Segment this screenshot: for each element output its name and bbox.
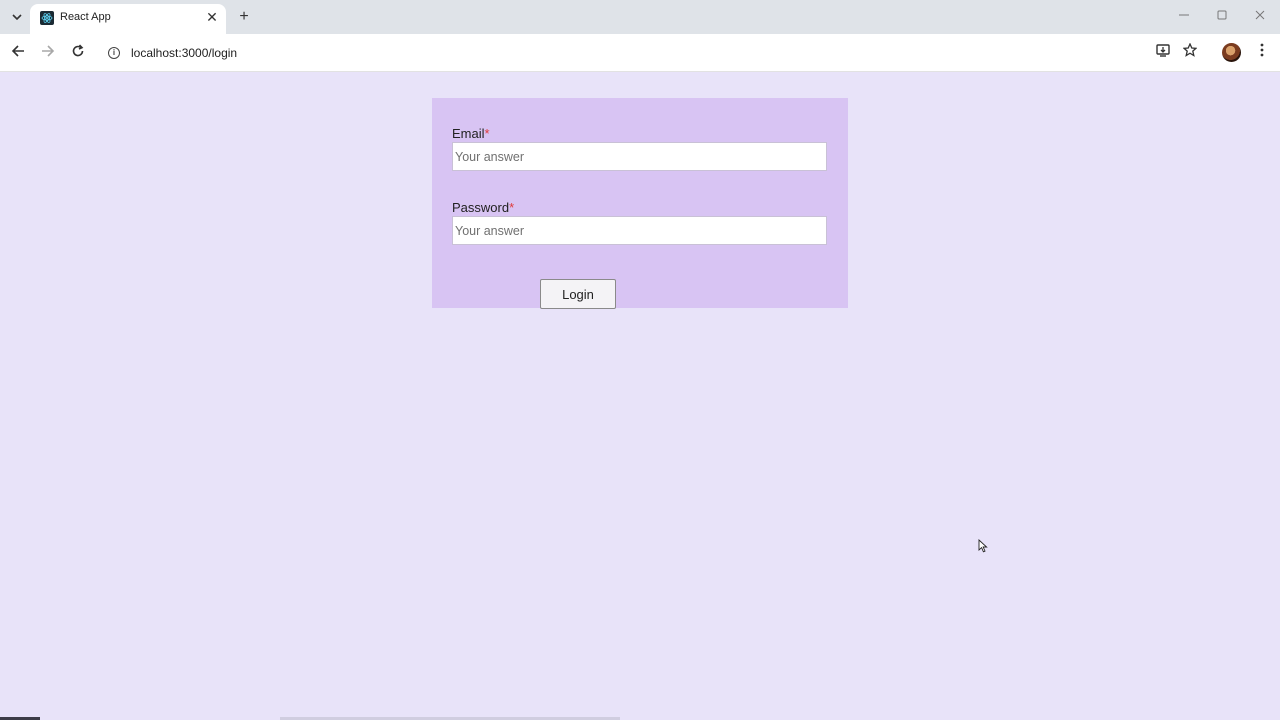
tab-close-icon[interactable]: ✕	[204, 9, 220, 25]
browser-tab-bar: React App ✕ +	[0, 0, 1280, 34]
password-label: Password*	[452, 200, 514, 215]
install-app-icon[interactable]	[1152, 42, 1174, 64]
email-label-text: Email	[452, 126, 485, 141]
forward-arrow-icon[interactable]	[37, 42, 59, 64]
email-label: Email*	[452, 126, 490, 141]
url-text[interactable]: localhost:3000/login	[131, 46, 237, 60]
browser-tab[interactable]: React App ✕	[30, 4, 226, 34]
login-button[interactable]: Login	[540, 279, 616, 309]
restore-window-icon[interactable]	[1210, 6, 1234, 26]
browser-toolbar: i localhost:3000/login	[0, 34, 1280, 72]
bookmark-star-icon[interactable]	[1179, 42, 1201, 64]
tab-title: React App	[60, 11, 111, 23]
back-arrow-icon[interactable]	[7, 42, 29, 64]
react-logo-icon	[40, 11, 54, 25]
tab-list-chevron-icon[interactable]	[6, 7, 28, 27]
address-bar[interactable]: i localhost:3000/login	[100, 38, 1210, 68]
minimize-window-icon[interactable]	[1172, 6, 1196, 26]
new-tab-plus-icon[interactable]: +	[234, 7, 254, 27]
kebab-menu-icon[interactable]	[1251, 42, 1273, 64]
close-window-icon[interactable]	[1248, 6, 1272, 26]
password-required-mark: *	[509, 200, 515, 215]
reload-icon[interactable]	[67, 42, 89, 64]
email-required-mark: *	[484, 126, 490, 141]
profile-avatar[interactable]	[1222, 43, 1241, 62]
email-input[interactable]	[452, 142, 827, 171]
mouse-cursor-icon	[978, 538, 988, 553]
login-form: Email* Password* Login	[432, 98, 848, 309]
password-input[interactable]	[452, 216, 827, 245]
site-info-icon[interactable]: i	[108, 47, 120, 59]
password-label-text: Password	[452, 200, 510, 215]
